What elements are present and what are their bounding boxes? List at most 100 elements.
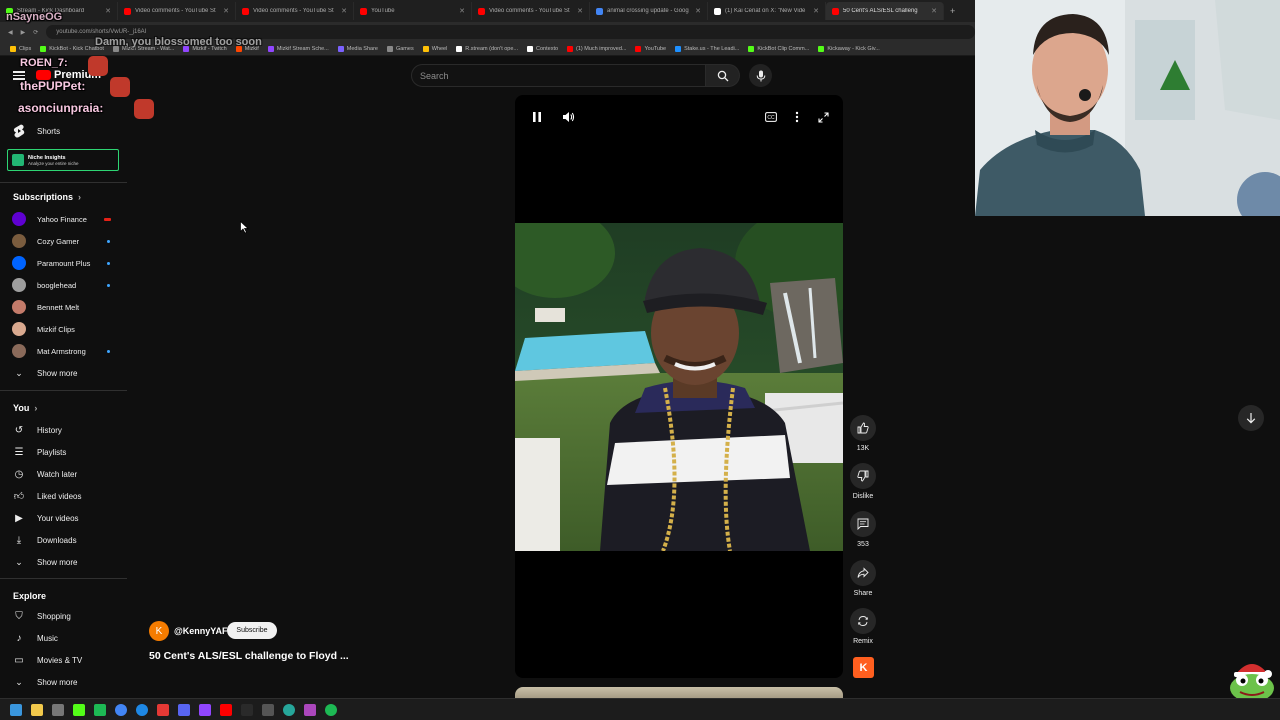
reload-icon[interactable]: ⟳ [33, 29, 38, 36]
more-options-button[interactable] [789, 109, 805, 125]
comments-button[interactable] [850, 511, 876, 537]
voice-search-button[interactable] [749, 64, 772, 87]
channel-thumbnail-button[interactable]: K [853, 657, 874, 678]
back-icon[interactable]: ◀ [8, 29, 13, 36]
sidebar-item-your-videos[interactable]: ▶ Your videos [12, 509, 127, 527]
bookmark-item[interactable]: (1) Much improved... [567, 45, 626, 52]
movies-icon: ▭ [14, 654, 24, 666]
channel-avatar[interactable]: K [149, 621, 169, 641]
close-tab-icon[interactable]: ✕ [105, 7, 111, 15]
subscription-item[interactable]: Mizkif Clips [12, 320, 112, 338]
close-tab-icon[interactable]: ✕ [577, 7, 583, 15]
close-tab-icon[interactable]: ✕ [341, 7, 347, 15]
sidebar-item-playlists[interactable]: ☰ Playlists [12, 443, 127, 461]
sidebar-item-shorts[interactable]: Shorts [12, 122, 127, 140]
close-tab-icon[interactable]: ✕ [813, 7, 819, 15]
browser-tab[interactable]: animal crossing update - Goog ✕ [590, 2, 708, 20]
obs-icon[interactable] [241, 703, 253, 716]
subscription-item[interactable]: Paramount Plus [12, 254, 112, 272]
bookmark-item[interactable]: Media Share [337, 45, 378, 52]
show-more-subscriptions[interactable]: ⌄ Show more [12, 364, 127, 382]
app-icon[interactable] [157, 703, 169, 716]
subscription-item[interactable]: booglehead [12, 276, 112, 294]
discord-icon[interactable] [178, 703, 190, 716]
sidebar-item-label: Shopping [37, 611, 71, 621]
remix-action[interactable]: Remix [849, 608, 877, 645]
search-button[interactable] [706, 64, 740, 87]
bookmark-item[interactable]: Contexto [527, 45, 558, 52]
browser-tab[interactable]: Video comments - YouTube St ✕ [118, 2, 236, 20]
app-icon[interactable] [283, 703, 295, 716]
sidebar-item-history[interactable]: ↺ History [12, 421, 127, 439]
app-icon[interactable] [304, 703, 316, 716]
app-icon[interactable] [220, 703, 232, 716]
sidebar-item-music[interactable]: ♪ Music [12, 629, 127, 647]
show-more-you[interactable]: ⌄ Show more [12, 553, 127, 571]
bookmark-item[interactable]: Kickaway - Kick Giv... [818, 45, 880, 52]
twitch-icon[interactable] [199, 703, 211, 716]
browser-tab[interactable]: (1) Kai Cenat on X: "New Vide ✕ [708, 2, 826, 20]
pause-button[interactable] [529, 109, 545, 125]
next-short-button[interactable] [1238, 405, 1264, 431]
channel-handle[interactable]: @KennyYAF [174, 626, 227, 636]
browser-tab[interactable]: Video comments - YouTube St ✕ [236, 2, 354, 20]
sidebar-item-downloads[interactable]: ⤓ Downloads [12, 531, 127, 549]
subscription-item[interactable]: Mat Armstrong [12, 342, 112, 360]
bookmark-item[interactable]: Wheel [422, 45, 447, 52]
close-tab-icon[interactable]: ✕ [695, 7, 701, 15]
comments-action[interactable]: 353 [849, 511, 877, 548]
search-input[interactable]: Search [411, 64, 706, 87]
browser-tab[interactable]: Video comments - YouTube St ✕ [472, 2, 590, 20]
new-content-dot [107, 262, 110, 265]
bookmark-item[interactable]: R.stream (don't ope... [456, 45, 518, 52]
bookmark-item[interactable]: Clips [10, 45, 31, 52]
bookmark-item[interactable]: Mizkif Stream Sche... [267, 45, 329, 52]
video-title[interactable]: 50 Cent's ALS/ESL challenge to Floyd ... [149, 650, 349, 662]
windows-start-icon[interactable] [10, 703, 22, 716]
show-more-explore[interactable]: ⌄ Show more [12, 673, 127, 691]
dislike-action[interactable]: Dislike [849, 463, 877, 500]
fullscreen-button[interactable] [815, 109, 831, 125]
sidebar-item-shopping[interactable]: ⛉ Shopping [12, 607, 127, 625]
browser-icon[interactable] [136, 703, 148, 716]
close-tab-icon[interactable]: ✕ [459, 7, 465, 15]
sidebar-item-liked-videos[interactable]: 👍︎ Liked videos [12, 487, 127, 505]
app-icon[interactable] [52, 703, 64, 716]
close-tab-icon[interactable]: ✕ [931, 7, 937, 15]
sidebar-item-watch-later[interactable]: ◷ Watch later [12, 465, 127, 483]
spotify-icon[interactable] [325, 703, 337, 716]
file-explorer-icon[interactable] [31, 703, 43, 716]
bookmark-item[interactable]: Games [386, 45, 414, 52]
captions-button[interactable]: CC [763, 109, 779, 125]
subscription-item[interactable]: Yahoo Finance [12, 210, 112, 228]
new-tab-icon[interactable]: + [950, 6, 955, 16]
forward-icon[interactable]: ▶ [21, 29, 26, 36]
niche-insights-button[interactable]: Niche Insights Analyze your entire niche [7, 149, 119, 171]
app-icon[interactable] [262, 703, 274, 716]
kick-icon[interactable] [73, 703, 85, 716]
shorts-player[interactable]: CC [515, 95, 843, 678]
close-tab-icon[interactable]: ✕ [223, 7, 229, 15]
bookmark-item[interactable]: KickBot Clip Comm... [748, 45, 809, 52]
app-icon[interactable] [94, 703, 106, 716]
like-button[interactable] [850, 415, 876, 441]
subscription-item[interactable]: Bennett Melt [12, 298, 112, 316]
remix-button[interactable] [850, 608, 876, 634]
address-text: youtube.com/shorts/VwUR-_j16AI [56, 29, 147, 35]
browser-tab[interactable]: 50 Cent's ALS/ESL challeng ✕ [826, 2, 944, 20]
share-button[interactable] [850, 560, 876, 586]
volume-button[interactable] [560, 109, 576, 125]
sidebar-item-movies-tv[interactable]: ▭ Movies & TV [12, 651, 127, 669]
you-header[interactable]: You › [13, 403, 37, 413]
subscribe-button[interactable]: Subscribe [227, 622, 277, 639]
chrome-icon[interactable] [115, 703, 127, 716]
subscription-item[interactable]: Cozy Gamer [12, 232, 112, 250]
like-action[interactable]: 13K [849, 415, 877, 452]
dislike-button[interactable] [850, 463, 876, 489]
subscriptions-header[interactable]: Subscriptions › [13, 192, 81, 202]
share-action[interactable]: Share [849, 560, 877, 597]
bookmark-item[interactable]: YouTube [635, 45, 666, 52]
microphone-icon [756, 70, 765, 81]
browser-tab[interactable]: YouTube ✕ [354, 2, 472, 20]
bookmark-item[interactable]: Stake.us - The Leadi... [675, 45, 739, 52]
